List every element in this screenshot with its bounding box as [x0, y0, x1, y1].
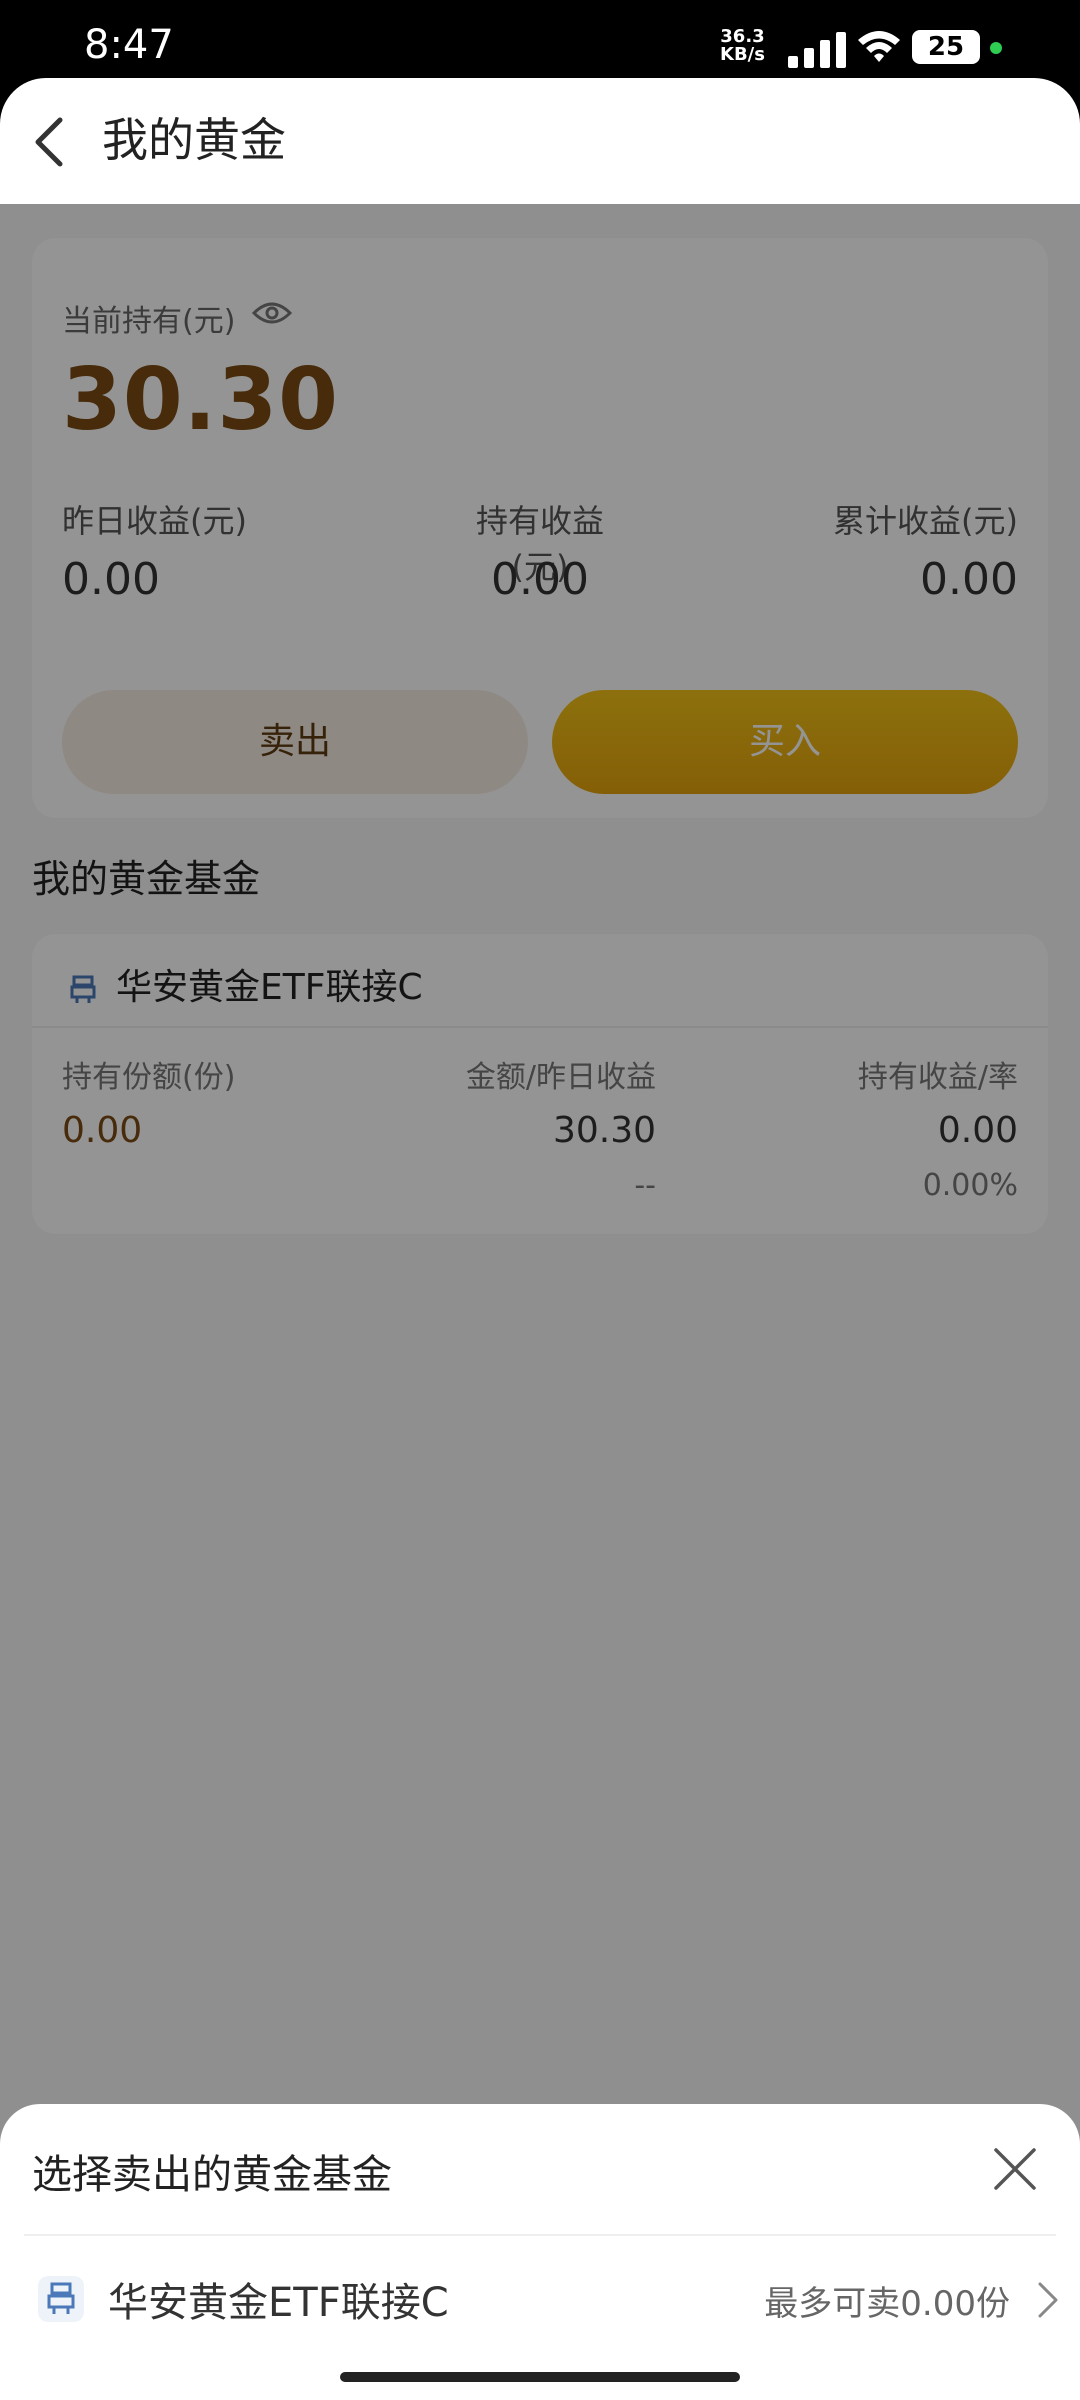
sheet-title: 选择卖出的黄金基金: [32, 2152, 392, 2198]
home-indicator[interactable]: [340, 2372, 740, 2382]
signal-icon: [788, 32, 846, 68]
network-speed: 36.3 KB/s: [720, 28, 765, 64]
battery-icon: 25: [912, 30, 980, 64]
sheet-fund-name[interactable]: 华安黄金ETF联接C: [108, 2270, 449, 2328]
status-time: 8:47: [84, 22, 174, 68]
page-title: 我的黄金: [102, 113, 286, 167]
divider: [24, 2234, 1056, 2236]
fund-logo-icon: [38, 2276, 84, 2322]
camera-indicator-dot: [990, 42, 1002, 54]
chevron-right-icon[interactable]: [1036, 2278, 1060, 2322]
close-icon[interactable]: [990, 2144, 1040, 2194]
sheet-fund-max-sellable: 最多可卖0.00份: [764, 2284, 1010, 2324]
wifi-icon: [858, 31, 900, 62]
status-bar: 8:47 36.3 KB/s 25: [0, 0, 1080, 78]
back-arrow-icon[interactable]: [30, 116, 70, 168]
network-speed-unit: KB/s: [720, 44, 765, 65]
sell-fund-sheet: 选择卖出的黄金基金 华安黄金ETF联接C 最多可卖0.00份: [0, 2104, 1080, 2400]
modal-overlay[interactable]: [0, 204, 1080, 2400]
app-header: 我的黄金: [0, 78, 1080, 204]
